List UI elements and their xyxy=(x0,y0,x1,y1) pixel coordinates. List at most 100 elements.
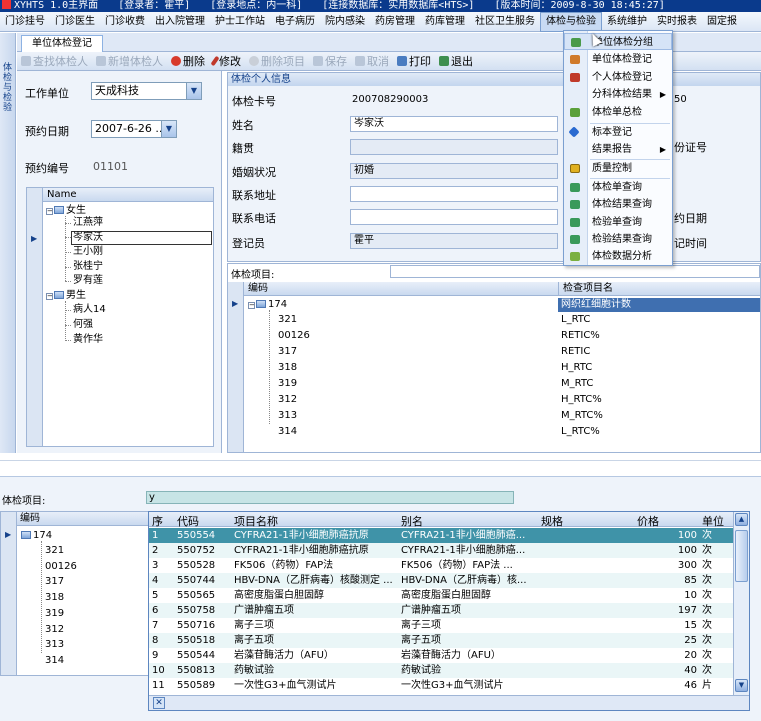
bottom-code-grid[interactable]: ▶ 编码 174 321 00126 317 318 319 312 313 3… xyxy=(0,511,150,676)
popup-row[interactable]: 7 550716 离子三项 离子三项 15 次 xyxy=(149,618,733,633)
scroll-down-icon[interactable]: ▼ xyxy=(735,679,748,692)
col-unit-header[interactable]: 单位 xyxy=(702,513,724,529)
tree-item[interactable]: 江燕萍 xyxy=(73,217,103,229)
collapse-icon[interactable]: − xyxy=(46,293,53,300)
menu-item-quality[interactable]: 质量控制 xyxy=(564,160,672,177)
menu-fixed-report[interactable]: 固定报 xyxy=(702,12,742,32)
popup-row[interactable]: 5 550565 高密度脂蛋白胆固醇 高密度脂蛋白胆固醇 10 次 xyxy=(149,588,733,603)
add-person-button[interactable]: 新增体检人 xyxy=(92,52,167,71)
work-unit-select[interactable]: 天成科技 ▼ xyxy=(91,82,202,100)
grid-item-name[interactable]: L_RTC xyxy=(561,313,590,327)
grid-code[interactable]: 313 xyxy=(45,638,64,652)
grid-item-name[interactable]: RETIC xyxy=(561,345,590,359)
popup-row[interactable]: 8 550518 离子五项 离子五项 25 次 xyxy=(149,633,733,648)
menu-item-summary[interactable]: 体检单总检 xyxy=(564,104,672,121)
grid-code[interactable]: 317 xyxy=(278,345,297,359)
grid-code[interactable]: 00126 xyxy=(278,329,310,343)
menu-item-specimen[interactable]: 标本登记 xyxy=(564,124,672,141)
cancel-button[interactable]: 取消 xyxy=(351,52,393,71)
popup-row[interactable]: 11 550589 一次性G3+血气测试片 一次性G3+血气测试片 46 片 xyxy=(149,678,733,693)
chevron-down-icon[interactable]: ▼ xyxy=(186,83,201,99)
grid-code[interactable]: 317 xyxy=(45,575,64,589)
item-lookup-popup[interactable]: 序 代码 项目名称 别名 规格 价格 单位 1 550554 CYFRA21-1非小… xyxy=(148,511,750,711)
marital-status-select[interactable]: 初婚 xyxy=(350,163,558,179)
delete-button[interactable]: 删除 xyxy=(167,52,209,71)
grid-root-name[interactable]: 网织红细胞计数 xyxy=(558,298,760,312)
exit-button[interactable]: 退出 xyxy=(435,52,477,71)
tree-item[interactable]: 病人14 xyxy=(73,304,106,316)
collapse-icon[interactable]: − xyxy=(46,208,53,215)
address-field[interactable] xyxy=(350,186,558,202)
popup-row[interactable]: 6 550758 广谱肿瘤五项 广谱肿瘤五项 197 次 xyxy=(149,603,733,618)
menu-admission[interactable]: 出入院管理 xyxy=(150,12,210,32)
grid-root-row[interactable]: −174 xyxy=(248,298,287,312)
save-button[interactable]: 保存 xyxy=(309,52,351,71)
tree-item[interactable]: 王小刚 xyxy=(73,246,103,258)
grid-code[interactable]: 318 xyxy=(278,361,297,375)
menu-physical-exam[interactable]: 体检与检验 xyxy=(540,12,602,32)
tree-item[interactable]: 张桂宁 xyxy=(73,261,103,273)
grid-item-name[interactable]: H_RTC% xyxy=(561,393,602,407)
col-name-header[interactable]: 检查项目名 xyxy=(558,282,613,296)
popup-row-selected[interactable]: 1 550554 CYFRA21-1非小细胞肺癌抗原 CYFRA21-1非小细胞肺癌.… xyxy=(149,528,733,543)
menu-nurse-station[interactable]: 护士工作站 xyxy=(210,12,270,32)
menu-emr[interactable]: 电子病历 xyxy=(270,12,320,32)
print-button[interactable]: 打印 xyxy=(393,52,435,71)
col-alias-header[interactable]: 别名 xyxy=(401,513,423,529)
popup-row[interactable]: 3 550528 FK506（药物）FAP法 FK506（药物）FAP法 ... 300… xyxy=(149,558,733,573)
grid-item-name[interactable]: L_RTC% xyxy=(561,425,600,439)
item-search-input[interactable]: y xyxy=(146,491,514,504)
col-code-header[interactable]: 编码 xyxy=(17,513,40,524)
popup-row[interactable]: 9 550544 岩藻苷酶活力（AFU） 岩藻苷酶活力（AFU） 20 次 xyxy=(149,648,733,663)
grid-item-name[interactable]: M_RTC xyxy=(561,377,593,391)
tree-item-selected[interactable]: 岑家沃 xyxy=(71,231,212,245)
find-person-button[interactable]: 查找体检人 xyxy=(17,52,92,71)
grid-code[interactable]: 319 xyxy=(45,607,64,621)
grid-code[interactable]: 00126 xyxy=(45,560,77,574)
exam-items-grid[interactable]: 体检项目: ▶ 编码 检查项目名 −174 网织红细胞计数 321 L_RTC … xyxy=(227,263,761,453)
tree-item[interactable]: 黄作华 xyxy=(73,334,103,346)
grid-item-name[interactable]: RETIC% xyxy=(561,329,600,343)
menu-item-dept-result[interactable]: 分科体检结果 ▶ xyxy=(564,86,672,103)
edit-button[interactable]: 修改 xyxy=(209,52,245,71)
grid-item-name[interactable]: H_RTC xyxy=(561,361,592,375)
person-tree[interactable]: Name − 女生 江燕萍 岑家沃 王小刚 张桂宁 罗有莲 − 男生 病人14 何强… xyxy=(42,187,214,447)
scroll-up-icon[interactable]: ▲ xyxy=(735,513,748,526)
menu-community[interactable]: 社区卫生服务 xyxy=(470,12,540,32)
popup-row[interactable]: 2 550752 CYFRA21-1非小细胞肺癌抗原 CYFRA21-1非小细胞肺癌.… xyxy=(149,543,733,558)
popup-row[interactable]: 10 550813 药敏试验 药敏试验 40 次 xyxy=(149,663,733,678)
menu-pharmacy[interactable]: 药房管理 xyxy=(370,12,420,32)
close-icon[interactable]: ✕ xyxy=(153,697,165,709)
tree-item[interactable]: 罗有莲 xyxy=(73,275,103,287)
col-code-header[interactable]: 编码 xyxy=(248,282,268,296)
menu-item-lab-result-query[interactable]: 检验结果查询 xyxy=(564,231,672,248)
col-no-header[interactable]: 序 xyxy=(152,513,163,529)
tree-group-male[interactable]: − 男生 xyxy=(46,290,86,302)
menu-realtime-report[interactable]: 实时报表 xyxy=(652,12,702,32)
grid-code[interactable]: 314 xyxy=(278,425,297,439)
menu-item-report[interactable]: 结果报告 ▶ xyxy=(564,141,672,158)
collapse-icon[interactable]: − xyxy=(248,302,255,309)
grid-code[interactable]: 318 xyxy=(45,591,64,605)
menu-outpatient-charge[interactable]: 门诊收费 xyxy=(100,12,150,32)
col-code-header[interactable]: 代码 xyxy=(177,513,199,529)
grid-code[interactable]: 321 xyxy=(45,544,64,558)
tree-item[interactable]: 何强 xyxy=(73,319,93,331)
menu-outpatient-doctor[interactable]: 门诊医生 xyxy=(50,12,100,32)
native-place-field[interactable] xyxy=(350,139,558,155)
delete-item-button[interactable]: 删除项目 xyxy=(245,52,309,71)
popup-row[interactable]: 4 550744 HBV-DNA（乙肝病毒）核酸测定 ... HBV-DNA（乙肝病毒… xyxy=(149,573,733,588)
grid-code[interactable]: 312 xyxy=(278,393,297,407)
grid-code[interactable]: 319 xyxy=(278,377,297,391)
grid-code[interactable]: 313 xyxy=(278,409,297,423)
grid-code[interactable]: 314 xyxy=(45,654,64,668)
menu-item-lab-query[interactable]: 检验单查询 xyxy=(564,214,672,231)
grid-code[interactable]: 321 xyxy=(278,313,297,327)
tree-group-female[interactable]: − 女生 xyxy=(46,205,86,217)
name-field[interactable]: 岑家沃 xyxy=(350,116,558,132)
tab-unit-exam-register[interactable]: 单位体检登记 xyxy=(21,35,103,52)
menu-item-unit-register[interactable]: 单位体检登记 xyxy=(564,51,672,68)
col-spec-header[interactable]: 规格 xyxy=(541,513,563,529)
col-name-header[interactable]: 项目名称 xyxy=(234,513,278,529)
menu-item-person-register[interactable]: 个人体检登记 xyxy=(564,69,672,86)
